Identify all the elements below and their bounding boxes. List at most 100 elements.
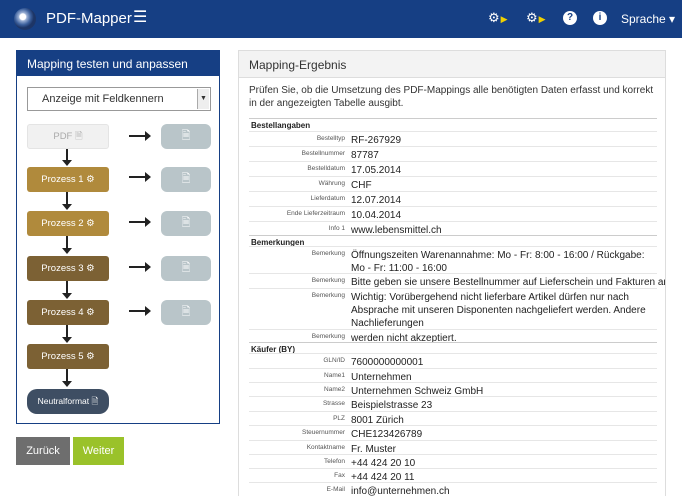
down-arrow-icon	[62, 236, 72, 254]
step-prozess-1[interactable]: Prozess 1 ⚙	[27, 167, 109, 192]
right-arrow-icon	[129, 262, 151, 272]
table-row: Bemerkung Wichtig: Vorübergehend nicht l…	[249, 288, 657, 330]
field-key: Bestelltyp	[316, 135, 345, 142]
table-row: Bestelldatum 17.05.2014	[249, 161, 657, 176]
document-view-button[interactable]: 🗎	[161, 124, 211, 149]
back-button[interactable]: Zurück	[16, 437, 70, 465]
document-view-button[interactable]: 🗎	[161, 256, 211, 281]
table-row: Telefon +44 424 20 10	[249, 454, 657, 469]
field-key: Name1	[324, 372, 345, 379]
table-row: GLN/ID 7600000000001	[249, 353, 657, 368]
document-view-button[interactable]: 🗎	[161, 211, 211, 236]
step-label: Prozess 1	[41, 174, 84, 185]
gears-icon: ⚙	[86, 218, 95, 229]
field-key: Fax	[334, 472, 345, 479]
field-key: Bemerkung	[311, 333, 345, 340]
mapping-result-panel: Mapping-Ergebnis Prüfen Sie, ob die Umse…	[238, 50, 666, 496]
document-view-button[interactable]: 🗎	[161, 300, 211, 325]
file-icon: 🗎	[181, 217, 191, 229]
step-label: Prozess 4	[41, 307, 84, 318]
down-arrow-icon	[62, 281, 72, 299]
app-title: PDF-Mapper	[46, 10, 132, 27]
language-dropdown[interactable]: Sprache ▾	[621, 12, 675, 26]
step-pdf[interactable]: PDF 🗎	[27, 124, 109, 149]
document-view-button[interactable]: 🗎	[161, 167, 211, 192]
table-row: Info 1 www.lebensmittel.ch	[249, 221, 657, 236]
table-row: Bestelltyp RF-267929	[249, 131, 657, 146]
file-icon: 🗎	[181, 130, 191, 142]
step-prozess-4[interactable]: Prozess 4 ⚙	[27, 300, 109, 325]
field-key: Bemerkung	[311, 277, 345, 284]
table-row: Name1 Unternehmen	[249, 368, 657, 383]
table-row: Kontaktname Fr. Muster	[249, 440, 657, 455]
step-prozess-3[interactable]: Prozess 3 ⚙	[27, 256, 109, 281]
table-row: Steuernummer CHE123426789	[249, 425, 657, 440]
gears-icon: ⚙	[86, 307, 95, 318]
step-label: Prozess 5	[41, 351, 84, 362]
intro-text: Prüfen Sie, ob die Umsetzung des PDF-Map…	[249, 85, 654, 109]
field-value: Wichtig: Vorübergehend nicht lieferbare …	[351, 292, 646, 329]
field-key: Telefon	[324, 458, 345, 465]
table-row: E-Mail info@unternehmen.ch	[249, 482, 657, 496]
step-prozess-2[interactable]: Prozess 2 ⚙	[27, 211, 109, 236]
field-key: Bemerkung	[311, 250, 345, 257]
info-icon[interactable]: i	[593, 11, 607, 25]
hamburger-menu-icon[interactable]: ☰	[133, 10, 147, 26]
view-mode-select[interactable]: Anzeige mit Feldkennern ▼	[27, 87, 211, 111]
table-row: Fax +44 424 20 11	[249, 468, 657, 483]
step-label: Prozess 2	[41, 218, 84, 229]
field-key: E-Mail	[326, 486, 345, 493]
table-row: Bemerkung Bitte geben sie unsere Bestell…	[249, 273, 665, 288]
top-navbar: PDF-Mapper ☰ ⚙▶ ⚙▶ ? i Sprache ▾	[0, 0, 682, 38]
step-neutralformat[interactable]: Neutralformat 🗎	[27, 389, 109, 414]
table-row: Bestellnummer 87787	[249, 146, 657, 161]
pdf-file-icon: 🗎	[75, 131, 83, 142]
help-icon[interactable]: ?	[563, 11, 577, 25]
down-arrow-icon	[62, 149, 72, 166]
right-arrow-icon	[129, 131, 151, 141]
table-row: Strasse Beispielstrasse 23	[249, 396, 657, 411]
table-row: Lieferdatum 12.07.2014	[249, 191, 657, 206]
next-button[interactable]: Weiter	[73, 437, 124, 465]
step-prozess-5[interactable]: Prozess 5 ⚙	[27, 344, 109, 369]
file-icon: 🗎	[181, 306, 191, 318]
chevron-down-icon[interactable]: ▼	[197, 89, 209, 109]
field-key: PLZ	[333, 415, 345, 422]
right-arrow-icon	[129, 306, 151, 316]
table-row: Bemerkung Öffnungszeiten Warenannahme: M…	[249, 246, 657, 274]
file-icon: 🗎	[181, 173, 191, 185]
field-key: Ende Lieferzeitraum	[286, 210, 345, 217]
gears-play-icon[interactable]: ⚙▶	[526, 11, 546, 26]
field-key: Bestellnummer	[301, 150, 345, 157]
panel-title: Mapping-Ergebnis	[239, 51, 665, 78]
field-key: GLN/ID	[323, 357, 345, 364]
table-row: Name2 Unternehmen Schweiz GmbH	[249, 382, 657, 397]
field-key: Währung	[318, 180, 345, 187]
table-row: Währung CHF	[249, 176, 657, 191]
gears-play-icon[interactable]: ⚙▶	[488, 11, 508, 26]
section-header: Bestellangaben	[249, 118, 657, 131]
down-arrow-icon	[62, 325, 72, 343]
select-value: Anzeige mit Feldkennern	[42, 93, 164, 105]
table-row: Ende Lieferzeitraum 10.04.2014	[249, 206, 657, 221]
field-key: Steuernummer	[302, 429, 345, 436]
file-icon: 🗎	[181, 262, 191, 274]
step-label: PDF	[53, 131, 73, 142]
field-value: Öffnungszeiten Warenannahme: Mo - Fr: 8:…	[351, 250, 645, 274]
file-icon: 🗎	[91, 396, 99, 406]
right-arrow-icon	[129, 217, 151, 227]
field-key: Bestelldatum	[307, 165, 345, 172]
step-label: Prozess 3	[41, 263, 84, 274]
mapping-test-panel: Mapping testen und anpassen Anzeige mit …	[16, 50, 220, 424]
panel-title: Mapping testen und anpassen	[17, 51, 219, 76]
field-key: Strasse	[322, 400, 345, 407]
table-row: PLZ 8001 Zürich	[249, 411, 657, 426]
logo-icon	[14, 8, 36, 30]
gears-icon: ⚙	[86, 351, 95, 362]
step-label: Neutralformat	[37, 396, 90, 406]
gears-icon: ⚙	[86, 174, 95, 185]
field-key: Bemerkung	[311, 292, 345, 299]
field-key: Lieferdatum	[310, 195, 345, 202]
gears-icon: ⚙	[86, 263, 95, 274]
field-key: Name2	[324, 386, 345, 393]
